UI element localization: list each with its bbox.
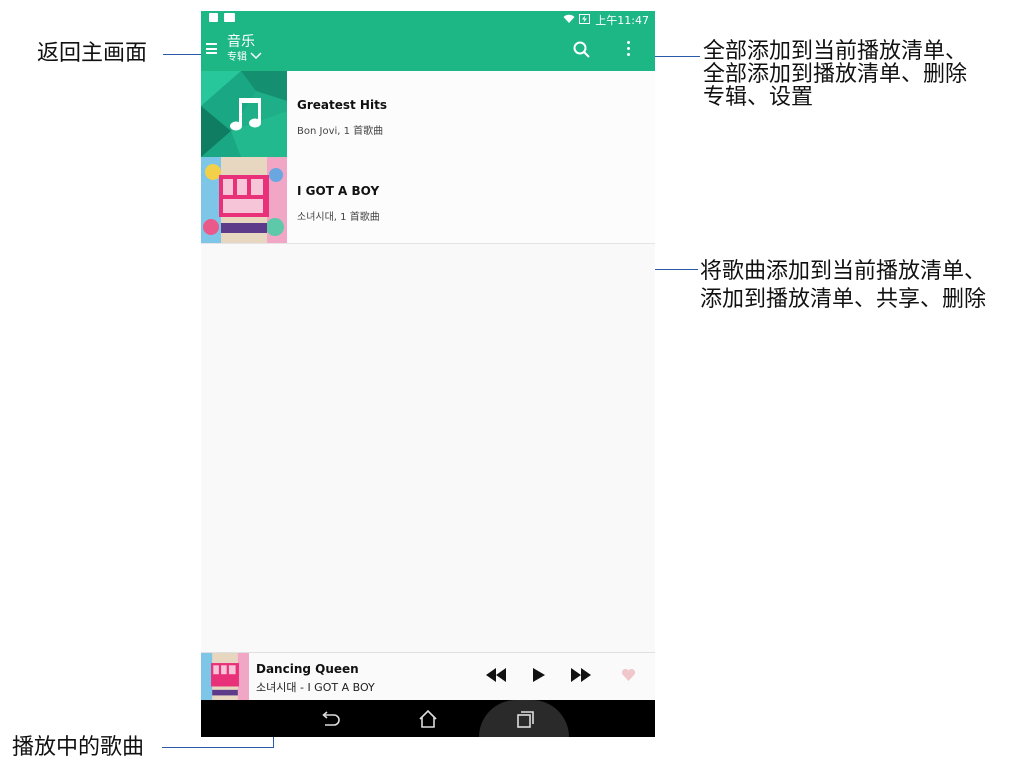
search-icon[interactable]	[572, 40, 592, 60]
next-icon[interactable]	[570, 667, 592, 687]
image-icon	[224, 13, 235, 22]
album-title: I GOT A BOY	[297, 184, 380, 198]
menu-icon[interactable]	[206, 43, 217, 54]
annotation-song-line1: 将歌曲添加到当前播放清单、	[700, 259, 987, 284]
annotation-playing: 播放中的歌曲	[12, 735, 145, 760]
annotation-home: 返回主画面	[37, 41, 148, 66]
play-icon[interactable]	[532, 667, 546, 687]
album-title: Greatest Hits	[297, 98, 387, 112]
status-notifications	[209, 13, 235, 22]
annotation-menu-line3: 专辑、设置	[703, 85, 814, 110]
home-icon[interactable]	[416, 707, 440, 731]
chevron-down-icon	[250, 52, 262, 63]
now-playing-art	[201, 653, 249, 701]
view-selector[interactable]: 专辑	[227, 52, 262, 64]
more-options-icon[interactable]	[626, 41, 632, 59]
annotation-menu-line2: 全部添加到播放清单、删除	[703, 62, 968, 87]
status-bar: 上午11:47	[201, 11, 655, 27]
now-playing-title: Dancing Queen	[256, 662, 359, 676]
album-art-cover	[201, 157, 287, 243]
now-playing-subtitle: 소녀시대 - I GOT A BOY	[256, 681, 375, 694]
app-bar: 音乐 专辑	[201, 27, 655, 71]
battery-icon	[579, 13, 591, 27]
album-meta: Bon Jovi, 1 首歌曲	[297, 126, 384, 137]
status-time: 上午11:47	[595, 14, 649, 27]
view-selector-label: 专辑	[227, 52, 247, 63]
status-right: 上午11:47	[563, 12, 649, 28]
album-art-default	[201, 71, 287, 157]
annotation-line-home	[163, 54, 203, 55]
favorite-heart-icon[interactable]	[621, 667, 636, 686]
sd-card-icon	[209, 13, 218, 22]
album-meta: 소녀시대, 1 首歌曲	[297, 212, 380, 223]
back-icon[interactable]	[318, 707, 342, 731]
previous-icon[interactable]	[485, 667, 507, 687]
recent-apps-icon[interactable]	[513, 707, 537, 731]
now-playing-bar[interactable]: Dancing Queen 소녀시대 - I GOT A BOY	[201, 652, 655, 701]
system-nav-bar	[201, 700, 655, 737]
wifi-icon	[563, 14, 575, 27]
annotation-line-playing-h	[162, 747, 274, 748]
album-row[interactable]: Greatest Hits Bon Jovi, 1 首歌曲	[201, 71, 655, 158]
app-title: 音乐	[227, 34, 255, 50]
annotation-song-line2: 添加到播放清单、共享、删除	[700, 287, 987, 312]
album-row[interactable]: I GOT A BOY 소녀시대, 1 首歌曲	[201, 157, 655, 244]
annotation-menu-line1: 全部添加到当前播放清单、	[703, 39, 968, 64]
phone-screen: 上午11:47 音乐 专辑 Greatest Hits Bon Jovi, 1 …	[201, 11, 655, 737]
